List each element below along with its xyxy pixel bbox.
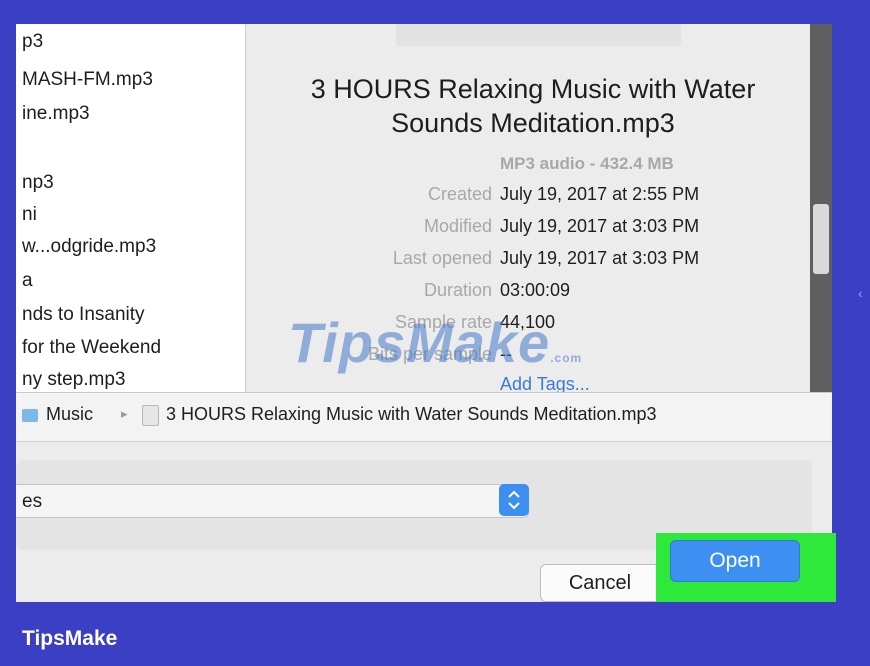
preview-title-line2: Sounds Meditation.mp3 xyxy=(391,108,675,138)
chevron-right-icon: ▸ xyxy=(121,406,128,421)
tipsmake-frame: p3 MASH-FM.mp3 ine.mp3 np3 ni w...odgrid… xyxy=(0,0,870,666)
path-file[interactable]: 3 HOURS Relaxing Music with Water Sounds… xyxy=(166,404,657,425)
list-item[interactable]: np3 xyxy=(22,172,54,194)
meta-label: Created xyxy=(427,184,492,204)
open-button[interactable]: Open xyxy=(670,540,800,582)
brand-label: TipsMake xyxy=(22,627,118,650)
preview-title: 3 HOURS Relaxing Music with Water Sounds… xyxy=(246,72,820,140)
list-item[interactable]: MASH-FM.mp3 xyxy=(22,69,153,91)
list-item[interactable]: a xyxy=(22,270,33,292)
chevron-updown-glyph xyxy=(508,490,520,510)
meta-value: July 19, 2017 at 3:03 PM xyxy=(500,248,700,268)
meta-value: 03:00:09 xyxy=(500,280,571,300)
edge-chevron-icon: ‹ xyxy=(858,285,863,301)
meta-row-duration: Duration 03:00:09 xyxy=(246,280,832,306)
file-type-select[interactable]: es xyxy=(16,484,529,518)
meta-value: July 19, 2017 at 2:55 PM xyxy=(500,184,700,204)
preview-thumbnail xyxy=(396,24,681,46)
file-list[interactable]: p3 MASH-FM.mp3 ine.mp3 np3 ni w...odgrid… xyxy=(16,24,246,392)
scrollbar-thumb[interactable] xyxy=(813,204,829,274)
cancel-button[interactable]: Cancel xyxy=(540,564,660,602)
list-item[interactable]: ni xyxy=(22,204,37,226)
audio-file-icon xyxy=(142,405,159,426)
preview-kind: MP3 audio - 432.4 MB xyxy=(500,154,674,173)
preview-title-line1: 3 HOURS Relaxing Music with Water xyxy=(310,74,756,104)
meta-value: July 19, 2017 at 3:03 PM xyxy=(500,216,700,236)
path-folder[interactable]: Music xyxy=(46,404,93,425)
list-item[interactable]: nds to Insanity xyxy=(22,304,145,326)
meta-label: Last opened xyxy=(392,248,492,268)
list-item[interactable]: w...odgride.mp3 xyxy=(22,236,156,258)
folder-icon xyxy=(22,409,38,422)
watermark-logo: TipsMake.com xyxy=(288,310,582,375)
list-item[interactable]: p3 xyxy=(22,31,43,53)
list-item[interactable]: ny step.mp3 xyxy=(22,369,126,391)
meta-row-created: Created July 19, 2017 at 2:55 PM xyxy=(246,184,832,210)
meta-row-modified: Modified July 19, 2017 at 3:03 PM xyxy=(246,216,832,242)
meta-label: Modified xyxy=(423,216,492,236)
list-item[interactable]: ine.mp3 xyxy=(22,103,90,125)
watermark-suffix: .com xyxy=(550,351,583,365)
watermark-text: TipsMake xyxy=(288,311,551,374)
list-item[interactable]: for the Weekend xyxy=(22,337,161,359)
path-bar: Music ▸ 3 HOURS Relaxing Music with Wate… xyxy=(16,392,832,442)
chevron-updown-icon[interactable] xyxy=(499,484,529,516)
meta-label: Duration xyxy=(423,280,492,300)
meta-row-last-opened: Last opened July 19, 2017 at 3:03 PM xyxy=(246,248,832,274)
file-type-select-value: es xyxy=(22,491,43,512)
